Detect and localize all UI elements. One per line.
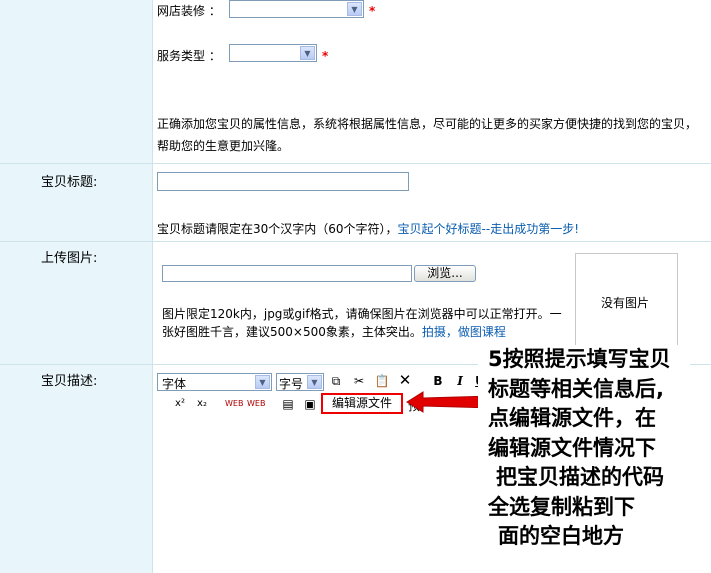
service-type-select[interactable]: ▼	[229, 44, 317, 62]
paste-icon[interactable]: 📋	[374, 373, 390, 389]
italic-icon[interactable]: I	[453, 373, 467, 389]
description-label: 宝贝描述:	[41, 374, 98, 389]
instruction-line: 面的空白地方	[498, 524, 624, 548]
file-path-input[interactable]	[162, 265, 412, 282]
instruction-line: 全选复制粘到下	[488, 494, 635, 519]
instruction-line: 标题等相关信息后,	[488, 376, 664, 401]
shop-decor-label: 网店装修 ：	[157, 4, 221, 18]
upload-hint-text: 张好图胜千言，建议500×500象素，主体突出。	[162, 325, 422, 339]
title-hint: 宝贝标题请限定在30个汉字内（60个字符），宝贝起个好标题--走出成功第一步!	[157, 220, 579, 237]
chevron-down-icon: ▼	[255, 375, 270, 389]
required-mark: *	[369, 4, 376, 18]
font-select-value: 字体	[162, 377, 187, 391]
table-icon[interactable]: ▤	[279, 396, 297, 412]
copy-icon[interactable]: ⧉	[328, 373, 344, 389]
image-preview-box: 没有图片	[575, 253, 678, 353]
service-type-label: 服务类型 ：	[157, 49, 221, 63]
attribute-hint-line-1: 正确添加您宝贝的属性信息，系统将根据属性信息，尽可能的让更多的买家方便快捷的找到…	[157, 117, 698, 131]
bold-icon[interactable]: B	[431, 373, 445, 389]
title-hint-text: 宝贝标题请限定在30个汉字内（60个字符），	[157, 222, 398, 236]
photo-course-link[interactable]: 拍摄，做图课程	[422, 325, 506, 339]
remove-link-icon[interactable]: WEB	[247, 396, 265, 412]
title-tips-link[interactable]: 宝贝起个好标题--走出成功第一步!	[398, 222, 579, 236]
row-divider	[0, 241, 711, 242]
instruction-line: 5按照提示填写宝贝	[488, 347, 671, 371]
edit-source-button[interactable]: 编辑源文件	[321, 393, 403, 414]
left-label-column	[0, 0, 152, 573]
chevron-down-icon: ▼	[307, 375, 322, 389]
upload-hint-line-1: 图片限定120k内，jpg或gif格式，请确保图片在浏览器中可以正常打开。一	[162, 307, 562, 321]
chevron-down-icon: ▼	[300, 46, 315, 60]
row-divider	[0, 163, 711, 164]
upload-label: 上传图片:	[41, 251, 98, 266]
browse-button[interactable]: 浏览...	[414, 265, 476, 282]
insert-link-icon[interactable]: WEB	[225, 396, 243, 412]
instruction-line: 把宝贝描述的代码	[496, 465, 664, 489]
insert-image-icon[interactable]: ▣	[302, 396, 318, 412]
instruction-line: 编辑源文件情况下	[488, 435, 656, 460]
required-mark: *	[322, 49, 329, 63]
no-image-text: 没有图片	[601, 296, 650, 310]
cut-icon[interactable]: ✂	[351, 373, 367, 389]
column-divider	[152, 0, 153, 573]
size-select-value: 字号	[279, 377, 304, 391]
chevron-down-icon: ▼	[347, 2, 362, 16]
font-family-select[interactable]: 字体 ▼	[157, 373, 272, 391]
upload-hint-line-2: 张好图胜千言，建议500×500象素，主体突出。拍摄，做图课程	[162, 323, 506, 340]
subscript-icon[interactable]: x₂	[194, 396, 210, 412]
font-size-select[interactable]: 字号 ▼	[276, 373, 324, 391]
title-label: 宝贝标题:	[41, 175, 98, 190]
shop-decor-select[interactable]: ▼	[229, 0, 364, 18]
title-input[interactable]	[157, 172, 409, 191]
instruction-overlay: 5按照提示填写宝贝 标题等相关信息后, 点编辑源文件，在 编辑源文件情况下 把宝…	[478, 345, 690, 565]
instruction-line: 点编辑源文件，在	[488, 406, 656, 430]
delete-icon[interactable]: ✕	[397, 372, 413, 388]
attribute-hint-line-2: 帮助您的生意更加兴隆。	[157, 139, 290, 153]
superscript-icon[interactable]: x²	[172, 396, 188, 412]
